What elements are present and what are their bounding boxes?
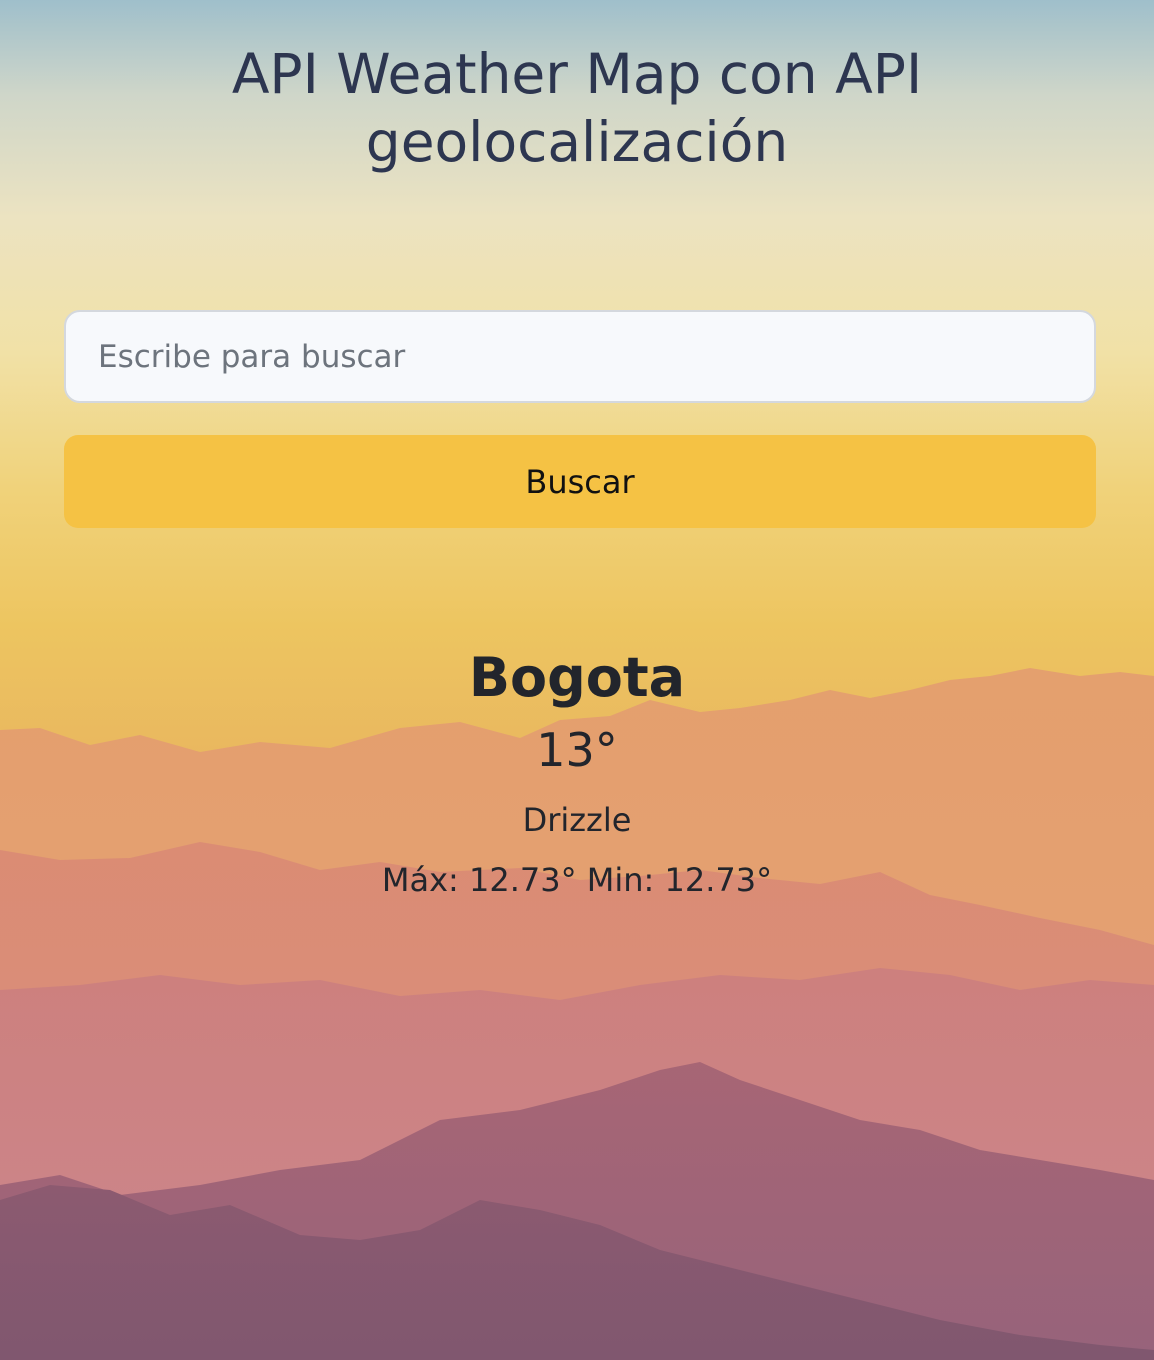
min-value: 12.73° <box>664 861 773 899</box>
max-value: 12.73° <box>468 861 577 899</box>
temperature: 13° <box>536 723 618 777</box>
page-title-line1: API Weather Map con API <box>231 42 923 106</box>
weather-result: Bogota 13° Drizzle Máx: 12.73° Min: 12.7… <box>0 640 1154 902</box>
page-title: API Weather Map con API geolocalización <box>0 40 1154 176</box>
weather-description: Drizzle <box>522 801 632 839</box>
search-input[interactable] <box>64 310 1096 403</box>
min-label: Min: <box>586 861 655 899</box>
min-max-temperature: Máx: 12.73° Min: 12.73° <box>0 858 1154 902</box>
page-title-line2: geolocalización <box>365 110 789 174</box>
search-button[interactable]: Buscar <box>64 435 1096 528</box>
city-name: Bogota <box>468 646 686 709</box>
max-label: Máx: <box>381 861 459 899</box>
